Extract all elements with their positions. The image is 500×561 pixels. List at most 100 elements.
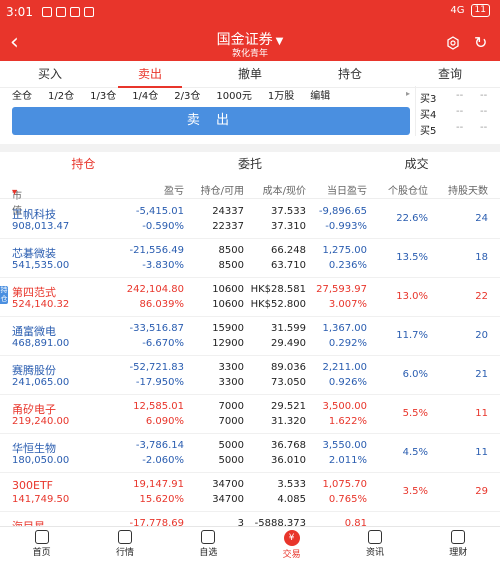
top-bar: 3:01 4G 11 ‹ 国金证券 ▼ 敦化青年 ↻ [0,0,500,61]
day-pl-pct: 2.011% [328,455,367,466]
quick-half[interactable]: 1/2仓 [48,87,74,102]
profit-loss-pct: -6.670% [142,338,184,349]
stock-name: 华恒生物 [12,442,56,455]
app-icon [70,7,80,17]
market-value: 524,140.32 [12,299,70,310]
book-label: 买3 [420,94,437,105]
day-pl-pct: 1.622% [328,416,367,427]
order-book-row: 买4 -- -- [415,102,500,121]
profit-loss: 12,585.01 [133,401,184,412]
profit-loss: -33,516.87 [129,323,184,334]
settings-icon[interactable] [446,36,460,50]
stock-name: 300ETF [12,479,53,492]
quick-full[interactable]: 全仓 [12,87,32,102]
table-row[interactable]: 赛腾股份 241,065.00 -52,721.83 -17.950% 3300 3300… [0,356,500,395]
current-price: 31.320 [271,416,306,427]
order-book-row: 买5 -- -- [415,118,500,137]
profit-loss-pct: 15.620% [139,494,185,505]
sell-button[interactable]: 卖 出 [12,107,410,135]
available-qty: 7000 [218,416,244,427]
current-price: 4.085 [277,494,306,505]
market-value: 141,749.50 [12,494,70,505]
current-price: 73.050 [271,377,306,388]
bottom-nav: 首页 行情 自选 ¥ 交易 资讯 理财 [0,526,500,561]
col-hold-days[interactable]: 持股天数 [448,182,488,197]
position-ratio: 11.7% [396,330,428,341]
book-price: -- [456,106,464,117]
tab-cancel[interactable]: 撤单 [200,61,300,87]
table-row[interactable]: 甬矽电子 219,240.00 12,585.01 6.090% 7000 7000 29.… [0,395,500,434]
col-holding[interactable]: 持仓/可用 [201,182,244,197]
subtab-trades[interactable]: 成交 [333,152,500,176]
refresh-icon[interactable]: ↻ [474,33,487,52]
market-value: 908,013.47 [12,221,70,232]
quick-edit[interactable]: 编辑 [310,87,330,102]
subtab-positions[interactable]: 持仓 [0,152,167,176]
col-cost-price[interactable]: 成本/现价 [263,182,306,197]
col-position-ratio[interactable]: 个股仓位 [388,182,428,197]
table-row[interactable]: 芯碁微装 541,535.00 -21,556.49 -3.830% 8500 8500 6… [0,239,500,278]
stock-name: 赛腾股份 [12,364,56,377]
holding-qty: 5000 [218,440,244,451]
book-price: -- [456,90,464,101]
current-price: HK$52.800 [250,299,306,310]
app-icon [56,7,66,17]
status-indicators: 4G 11 [450,4,490,17]
profit-loss: -5,415.01 [135,206,184,217]
hold-days: 24 [475,213,488,224]
table-row[interactable]: 300ETF 141,749.50 19,147.91 15.620% 34700 347… [0,473,500,512]
divider [0,144,500,152]
available-qty: 3300 [218,377,244,388]
col-profit-loss[interactable]: 盈亏 [164,182,184,197]
market-value: 219,240.00 [12,416,70,427]
market-value: 241,065.00 [12,377,70,388]
nav-news[interactable]: 资讯 [333,527,416,561]
current-price: 37.310 [271,221,306,232]
tab-query[interactable]: 查询 [400,61,500,87]
app-icon [84,7,94,17]
chart-icon [117,530,132,544]
quick-1000-yuan[interactable]: 1000元 [216,87,251,102]
book-label: 买4 [420,110,437,121]
table-header: 市值 ▾ 盈亏 持仓/可用 成本/现价 当日盈亏 个股仓位 持股天数 [0,177,500,217]
quick-10k-shares[interactable]: 1万股 [268,87,294,102]
market-value: 468,891.00 [12,338,70,349]
hold-days: 11 [475,447,488,458]
col-day-pl[interactable]: 当日盈亏 [327,182,367,197]
cost-price: 66.248 [271,245,306,256]
quick-two-thirds[interactable]: 2/3仓 [174,87,200,102]
holding-qty: 8500 [218,245,244,256]
available-qty: 5000 [218,455,244,466]
trade-icon: ¥ [283,530,300,546]
tab-sell[interactable]: 卖出 [100,61,200,88]
quick-third[interactable]: 1/3仓 [90,87,116,102]
hold-days: 22 [475,291,488,302]
cost-price: 37.533 [271,206,306,217]
quick-quarter[interactable]: 1/4仓 [132,87,158,102]
position-ratio: 4.5% [402,447,428,458]
tab-buy[interactable]: 买入 [0,61,100,87]
profit-loss-pct: 6.090% [145,416,184,427]
position-ratio: 5.5% [402,408,428,419]
table-row[interactable]: 华恒生物 180,050.00 -3,786.14 -2.060% 5000 5000 36… [0,434,500,473]
nav-watchlist[interactable]: 自选 [167,527,250,561]
current-price: 36.010 [271,455,306,466]
table-row[interactable]: 正帆科技 908,013.47 -5,415.01 -0.590% 24337 22337… [0,200,500,239]
side-badge[interactable]: 持仓 [0,286,8,304]
stock-name: 正帆科技 [12,208,56,221]
chevron-right-icon[interactable]: ▸ [406,89,410,98]
tab-positions[interactable]: 持仓 [300,61,400,87]
signal-icon: 4G [450,5,465,16]
nav-finance[interactable]: 理财 [417,527,500,561]
nav-market[interactable]: 行情 [83,527,166,561]
subtab-orders[interactable]: 委托 [167,152,334,176]
hold-days: 21 [475,369,488,380]
book-label: 买5 [420,126,437,137]
nav-trade[interactable]: ¥ 交易 [250,527,333,561]
position-ratio: 6.0% [402,369,428,380]
table-row[interactable]: 通富微电 468,891.00 -33,516.87 -6.670% 15900 1290… [0,317,500,356]
nav-home[interactable]: 首页 [0,527,83,561]
day-pl-pct: 0.926% [328,377,367,388]
day-pl: 27,593.97 [316,284,367,295]
table-row[interactable]: 第四范式 524,140.32 242,104.80 86.039% 10600 1060… [0,278,500,317]
